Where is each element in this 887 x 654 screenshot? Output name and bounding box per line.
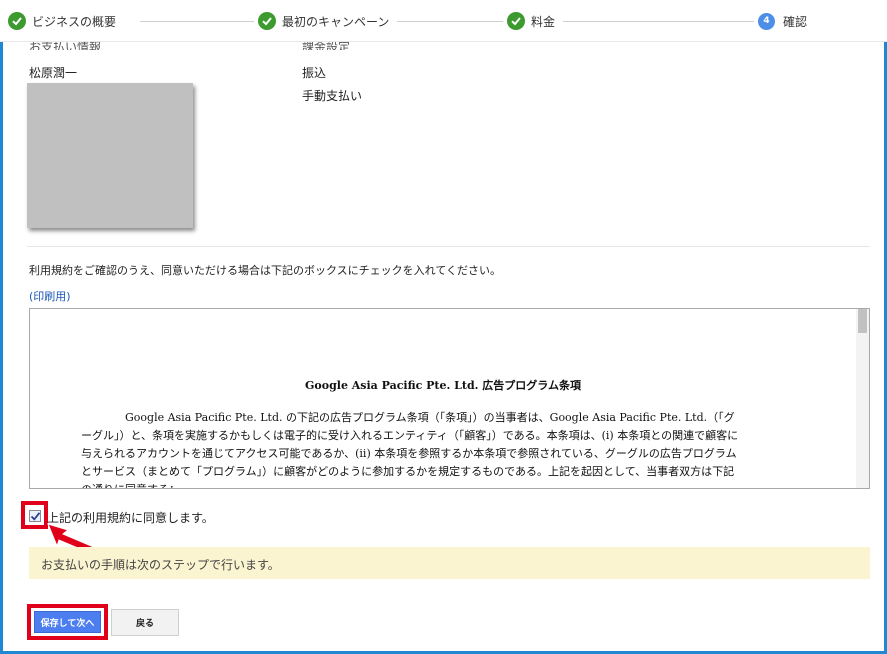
terms-title: Google Asia Pacific Pte. Ltd. 広告プログラム条項 bbox=[305, 379, 581, 392]
progress-stepper: ビジネスの概要 最初のキャンペーン 料金 4 確認 bbox=[0, 0, 887, 42]
payment-notice: お支払いの手順は次のステップで行います。 bbox=[29, 547, 870, 579]
step-number-badge: 4 bbox=[758, 12, 775, 30]
terms-scrollbar-thumb[interactable] bbox=[858, 309, 867, 333]
terms-scroll-box[interactable]: Google Asia Pacific Pte. Ltd. 広告プログラム条項 … bbox=[29, 308, 870, 489]
redacted-image bbox=[27, 83, 193, 228]
payment-method-value: 振込 bbox=[302, 66, 327, 80]
account-holder-name: 松原潤一 bbox=[29, 66, 78, 80]
terms-body: Google Asia Pacific Pte. Ltd. の下記の広告プログラ… bbox=[81, 411, 739, 488]
step-business-overview[interactable]: ビジネスの概要 bbox=[8, 10, 125, 32]
back-button[interactable]: 戻る bbox=[111, 609, 179, 636]
check-circle-icon bbox=[258, 12, 276, 30]
step-label: 最初のキャンペーン bbox=[282, 14, 390, 29]
step-first-campaign[interactable]: 最初のキャンペーン bbox=[258, 10, 398, 32]
step-connector bbox=[140, 21, 254, 22]
check-circle-icon bbox=[8, 12, 26, 30]
section-divider bbox=[27, 246, 870, 247]
terms-scrollbar[interactable] bbox=[856, 309, 869, 488]
step-connector bbox=[562, 21, 754, 22]
check-circle-icon bbox=[507, 12, 525, 30]
step-label: 料金 bbox=[531, 14, 556, 29]
print-link[interactable]: (印刷用) bbox=[29, 288, 71, 304]
step-confirm: 4 確認 bbox=[758, 10, 816, 32]
step-label: 確認 bbox=[783, 14, 808, 29]
save-button-highlight-box: 保存して次へ bbox=[27, 604, 108, 640]
terms-instruction: 利用規約をご確認のうえ、同意いただける場合は下記のボックスにチェックを入れてくだ… bbox=[29, 264, 502, 277]
payment-type-value: 手動支払い bbox=[302, 89, 363, 103]
save-next-button[interactable]: 保存して次へ bbox=[34, 611, 101, 633]
step-pricing[interactable]: 料金 bbox=[507, 10, 564, 32]
step-label: ビジネスの概要 bbox=[32, 14, 117, 29]
step-connector bbox=[385, 21, 503, 22]
